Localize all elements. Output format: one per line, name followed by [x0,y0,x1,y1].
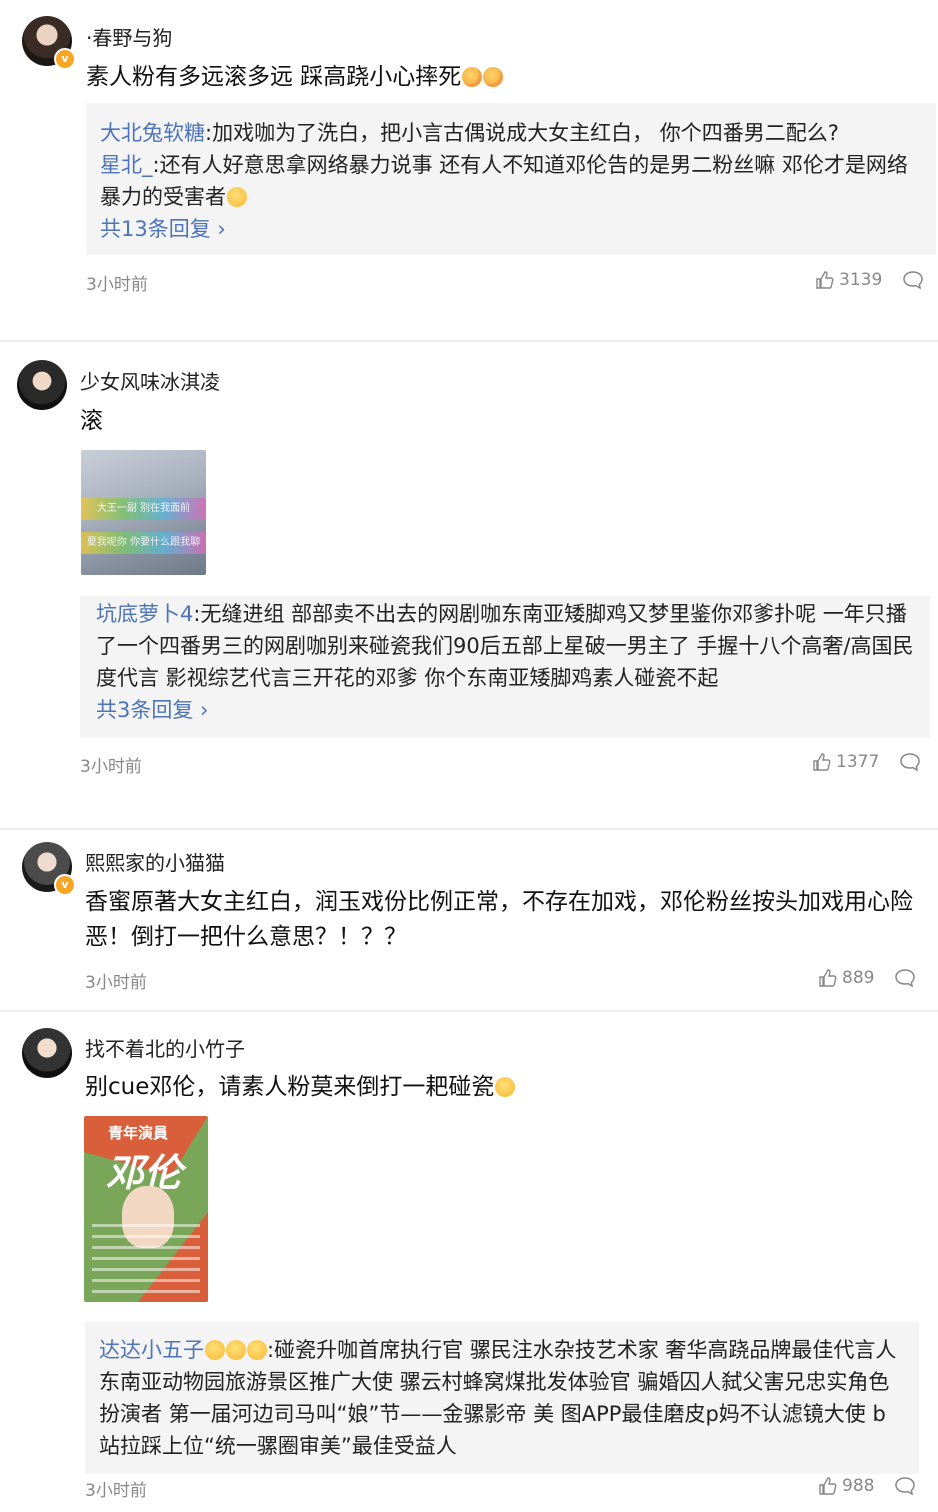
comment-icon[interactable] [899,752,921,772]
username[interactable]: ·春野与狗 [86,22,172,51]
image-caption: 大王一副 别在我面前 [81,498,206,520]
reply-text: :无缝进组 部部卖不出去的网剧咖东南亚矮脚鸡又梦里鉴你邓爹扑呢 一年只播了一个四… [96,602,914,690]
more-replies-link[interactable]: 共3条回复 › [96,694,916,726]
timestamp: 3小时前 [85,973,147,993]
timestamp: 3小时前 [85,1481,147,1501]
like-count: 889 [842,968,875,988]
reply-box[interactable]: 达达小五子:碰瓷升咖首席执行官 骡民注水杂技艺术家 奢华高跷品牌最佳代言人 东南… [85,1322,919,1474]
reply-username[interactable]: 达达小五子 [99,1338,204,1362]
image-caption: 要我呢你 你要什么跟我聊 [81,532,206,554]
comment-card: v ·春野与狗 素人粉有多远滚多远 踩高跷小心摔死 大北兔软糖:加戏咖为了洗白，… [0,0,938,310]
emoji-icon [205,1340,225,1360]
reply-username[interactable]: 星北_ [100,153,153,177]
like-count: 1377 [836,752,880,772]
username[interactable]: 熙熙家的小猫猫 [85,847,225,876]
comment-image[interactable]: 大王一副 别在我面前 要我呢你 你要什么跟我聊 [81,450,206,575]
avatar[interactable] [17,360,67,410]
more-replies-link[interactable]: 共13条回复 › [100,213,922,245]
emoji-icon [462,67,483,87]
emoji-icon [495,1077,516,1097]
chevron-right-icon: › [210,217,226,241]
comment-icon[interactable] [894,1476,916,1496]
comment-card: 少女风味冰淇凌 滚 大王一副 别在我面前 要我呢你 你要什么跟我聊 坑底萝卜4:… [0,342,938,802]
comment-text: 滚 [80,408,103,434]
reply-text: :加戏咖为了洗白，把小言古偶说成大女主红白， 你个四番男二配么? [205,121,839,145]
avatar[interactable]: v [22,842,76,896]
reply-item: 坑底萝卜4:无缝进组 部部卖不出去的网剧咖东南亚矮脚鸡又梦里鉴你邓爹扑呢 一年只… [96,598,916,694]
like-count: 988 [842,1476,875,1496]
timestamp: 3小时前 [86,275,148,295]
reply-username[interactable]: 坑底萝卜4 [96,602,193,626]
username[interactable]: 找不着北的小竹子 [85,1033,245,1062]
comment-text: 别cue邓伦，请素人粉莫来倒打一耙碰瓷 [85,1070,516,1105]
reply-item: 达达小五子:碰瓷升咖首席执行官 骡民注水杂技艺术家 奢华高跷品牌最佳代言人 东南… [99,1334,905,1462]
comment-body: 别cue邓伦，请素人粉莫来倒打一耙碰瓷 [85,1074,495,1100]
emoji-icon [483,67,504,87]
comment-image[interactable]: 青年演員 邓伦 [84,1116,208,1302]
comment-text: 香蜜原著大女主红白，润玉戏份比例正常，不存在加戏，邓伦粉丝按头加戏用心险恶！倒打… [85,889,913,950]
reply-box[interactable]: 大北兔软糖:加戏咖为了洗白，把小言古偶说成大女主红白， 你个四番男二配么? 星北… [86,103,936,255]
reply-box[interactable]: 坑底萝卜4:无缝进组 部部卖不出去的网剧咖东南亚矮脚鸡又梦里鉴你邓爹扑呢 一年只… [80,596,930,738]
like-icon [816,271,834,289]
chevron-right-icon: › [193,698,209,722]
emoji-icon [247,1340,267,1360]
comment-text: 素人粉有多远滚多远 踩高跷小心摔死 [86,60,504,95]
comment-card: 找不着北的小竹子 别cue邓伦，请素人粉莫来倒打一耙碰瓷 青年演員 邓伦 达达小… [0,1012,938,1512]
like-button[interactable]: 889 [818,968,874,988]
comment-icon[interactable] [902,270,924,290]
avatar[interactable] [22,1028,72,1078]
emoji-icon [227,187,247,207]
verified-badge-icon: v [54,48,76,70]
comment-icon[interactable] [894,968,916,988]
image-title: 青年演員 [108,1124,169,1142]
emoji-icon [226,1340,246,1360]
like-icon [819,969,837,987]
comment-body: 素人粉有多远滚多远 踩高跷小心摔死 [86,64,462,90]
like-icon [819,1477,837,1495]
comment-card: v 熙熙家的小猫猫 香蜜原著大女主红白，润玉戏份比例正常，不存在加戏，邓伦粉丝按… [0,830,938,1010]
reply-item: 星北_:还有人好意思拿网络暴力说事 还有人不知道邓伦告的是男二粉丝嘛 邓伦才是网… [100,149,922,213]
like-count: 3139 [839,270,883,290]
username[interactable]: 少女风味冰淇凌 [80,366,220,395]
like-icon [813,753,831,771]
timestamp: 3小时前 [80,757,142,777]
reply-text: :还有人好意思拿网络暴力说事 还有人不知道邓伦告的是男二粉丝嘛 邓伦才是网络暴力… [100,153,908,209]
avatar[interactable]: v [22,16,76,70]
like-button[interactable]: 1377 [812,752,879,772]
reply-username[interactable]: 大北兔软糖 [100,121,205,145]
verified-badge-icon: v [54,874,76,896]
like-button[interactable]: 3139 [815,270,882,290]
reply-item: 大北兔软糖:加戏咖为了洗白，把小言古偶说成大女主红白， 你个四番男二配么? [100,117,922,149]
like-button[interactable]: 988 [818,1476,874,1496]
